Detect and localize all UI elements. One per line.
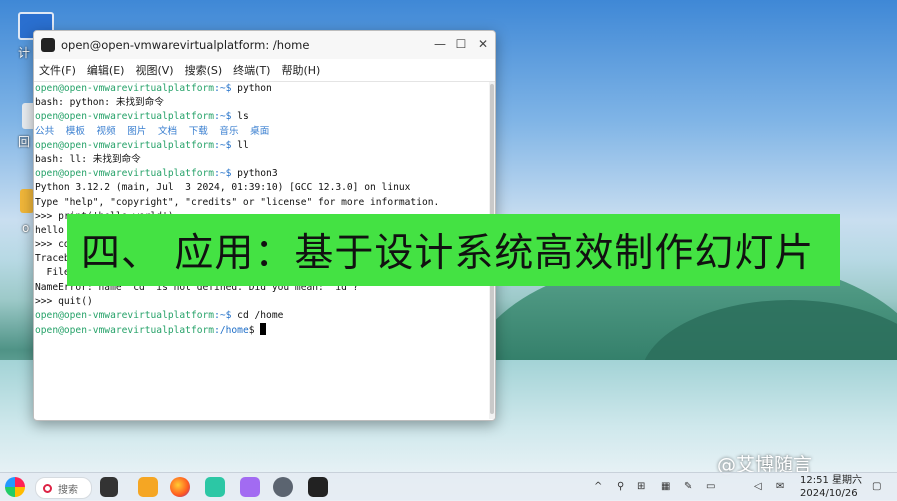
settings-gear-icon[interactable] (273, 477, 293, 497)
terminal-command: python3 (231, 168, 278, 180)
terminal-cursor (260, 323, 267, 336)
terminal-line: 公共 模板 视频 图片 文档 下载 音乐 桌面 (34, 125, 489, 139)
terminal-line: open@open-vmwarevirtualplatform:~$ pytho… (34, 167, 489, 181)
app-store-icon[interactable] (138, 477, 158, 497)
taskbar-search-label: 搜索 (58, 484, 78, 496)
folder-icon[interactable] (20, 189, 34, 213)
terminal-line: open@open-vmwarevirtualplatform:~$ cd /h… (34, 309, 489, 323)
terminal-line: open@open-vmwarevirtualplatform:~$ pytho… (34, 82, 489, 96)
prompt-path: :/home (214, 325, 249, 337)
prompt-path: :~$ (214, 168, 232, 180)
tray-ime-icon[interactable]: ✎ (684, 481, 692, 492)
terminal-output-text: Type "help", "copyright", "credits" or "… (35, 196, 440, 208)
prompt-symbol: $ (248, 325, 255, 337)
prompt-path: :~$ (214, 83, 232, 94)
menu-help[interactable]: 帮助(H) (281, 62, 320, 78)
terminal-output-text: bash: python: 未找到命令 (35, 97, 164, 109)
terminal-taskbar-icon[interactable] (308, 477, 328, 497)
prompt-user: open@open-vmwarevirtualplatform (35, 325, 215, 337)
banner-text: 四、 应用：基于设计系统高效制作幻灯片 (81, 231, 815, 276)
clock-time: 12:51 星期六 (800, 475, 862, 486)
tray-network-icon[interactable]: ⚲ (617, 481, 624, 492)
terminal-line: bash: ll: 未找到命令 (34, 153, 489, 167)
menu-terminal[interactable]: 终端(T) (233, 62, 270, 78)
terminal-command: python (231, 83, 272, 94)
start-menu-icon[interactable] (5, 477, 25, 497)
prompt-user: open@open-vmwarevirtualplatform (35, 139, 215, 151)
menu-view[interactable]: 视图(V) (135, 62, 173, 78)
firefox-icon[interactable] (170, 477, 190, 497)
tray-expand-icon[interactable]: ^ (594, 481, 602, 492)
terminal-line: open@open-vmwarevirtualplatform:/home$ (34, 323, 489, 337)
menu-file[interactable]: 文件(F) (39, 62, 76, 78)
terminal-line: open@open-vmwarevirtualplatform:~$ ll (34, 139, 489, 153)
prompt-user: open@open-vmwarevirtualplatform (35, 168, 215, 180)
maximize-button[interactable]: ☐ (453, 37, 469, 51)
photos-icon[interactable] (240, 477, 260, 497)
multitask-view-icon[interactable] (100, 477, 118, 497)
terminal-command: ls (231, 111, 249, 123)
terminal-line: Type "help", "copyright", "credits" or "… (34, 196, 489, 210)
terminal-line: >>> quit() (34, 295, 489, 309)
terminal-line: open@open-vmwarevirtualplatform:~$ ls (34, 110, 489, 124)
desktop-icon-label-trash: 回 (18, 135, 31, 149)
tray-keyboard-icon[interactable]: ▦ (661, 481, 670, 492)
prompt-user: open@open-vmwarevirtualplatform (35, 83, 215, 94)
terminal-output-text: >>> quit() (35, 295, 93, 307)
show-desktop-icon[interactable]: ▢ (872, 481, 881, 492)
tray-battery-icon[interactable]: ▭ (706, 481, 715, 492)
overlay-banner: 四、 应用：基于设计系统高效制作幻灯片 (67, 214, 840, 286)
directory-listing: 公共 模板 视频 图片 文档 下载 音乐 桌面 (35, 125, 270, 137)
minimize-button[interactable]: — (432, 37, 448, 51)
taskbar-clock[interactable]: 12:51 星期六 2024/10/26 (800, 474, 862, 500)
tray-notification-icon[interactable]: ✉ (776, 481, 784, 492)
taskbar-search[interactable]: 搜索 (35, 477, 92, 499)
prompt-path: :~$ (214, 111, 232, 123)
terminal-output-text: bash: ll: 未找到命令 (35, 153, 141, 165)
terminal-command: cd /home (231, 310, 284, 321)
close-button[interactable]: ✕ (475, 37, 491, 51)
search-icon (43, 483, 52, 493)
desktop-icon-label-folder: o (22, 221, 30, 235)
terminal-app-icon (41, 38, 55, 52)
prompt-path: :~$ (214, 139, 232, 151)
window-title: open@open-vmwarevirtualplatform: /home (61, 38, 310, 52)
terminal-output-text: Python 3.12.2 (main, Jul 3 2024, 01:39:1… (35, 182, 411, 194)
prompt-path: :~$ (214, 310, 232, 321)
window-titlebar[interactable]: open@open-vmwarevirtualplatform: /home —… (34, 31, 495, 59)
desktop-icon-label-computer: 计 (18, 46, 31, 60)
prompt-user: open@open-vmwarevirtualplatform (35, 310, 215, 321)
terminal-command: ll (231, 139, 249, 151)
menu-edit[interactable]: 编辑(E) (87, 62, 125, 78)
tray-input-icon[interactable]: ⊞ (637, 481, 645, 492)
clock-date: 2024/10/26 (800, 488, 858, 499)
terminal-line: Python 3.12.2 (main, Jul 3 2024, 01:39:1… (34, 181, 489, 195)
menu-search[interactable]: 搜索(S) (185, 62, 223, 78)
terminal-output-text: >>> cd (35, 239, 70, 251)
prompt-user: open@open-vmwarevirtualplatform (35, 111, 215, 123)
terminal-line: bash: python: 未找到命令 (34, 96, 489, 110)
shopping-bag-icon[interactable] (205, 477, 225, 497)
taskbar: 搜索 ^ ⚲ ⊞ ▦ ✎ ▭ ◁ ✉ 12:51 星期六 2024/10/26 … (0, 472, 897, 501)
menu-bar: 文件(F) 编辑(E) 视图(V) 搜索(S) 终端(T) 帮助(H) (34, 59, 495, 82)
tray-volume-icon[interactable]: ◁ (754, 481, 762, 492)
